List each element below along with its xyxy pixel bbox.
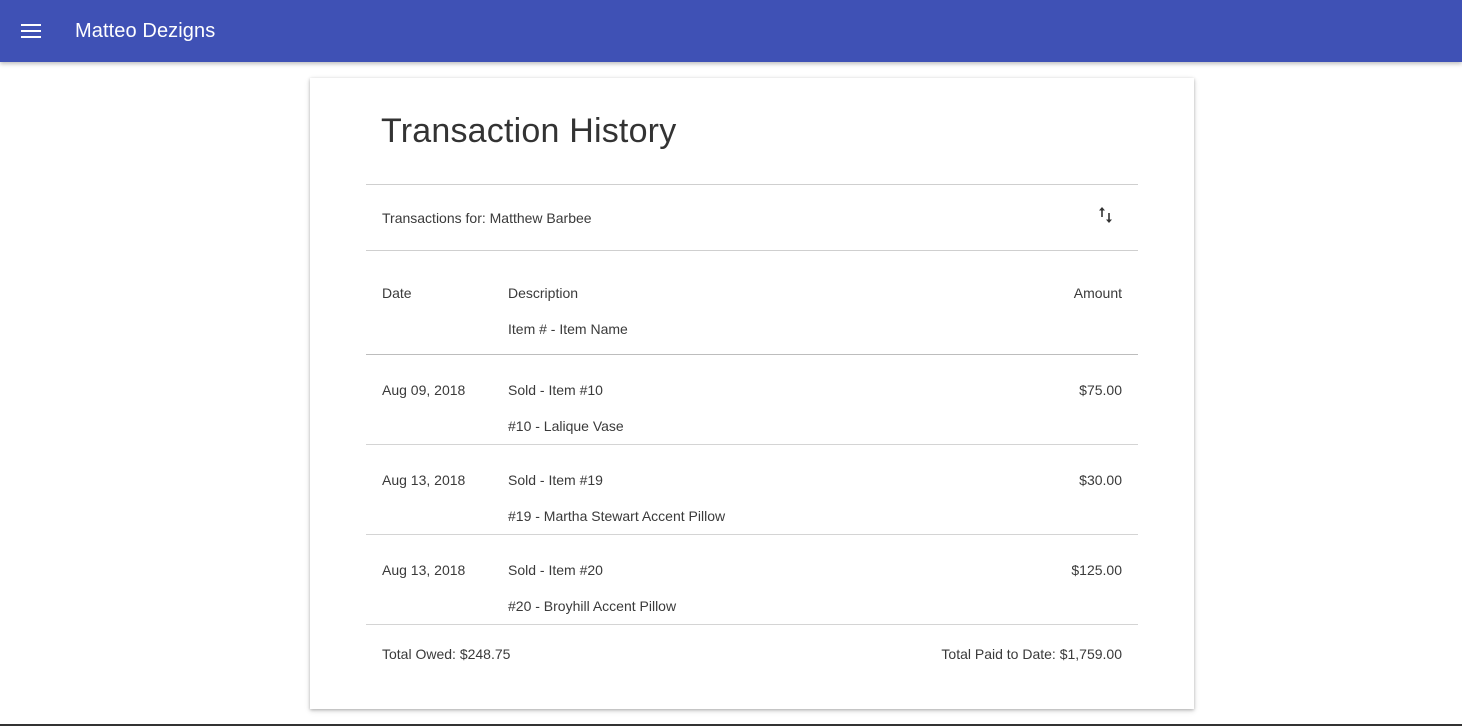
total-paid-to-date: Total Paid to Date: $1,759.00: [941, 646, 1122, 662]
row-amount: $125.00: [1071, 562, 1122, 578]
column-header-date[interactable]: Date: [382, 285, 412, 301]
sort-button[interactable]: [1094, 203, 1118, 227]
sort-arrows-icon: [1099, 207, 1112, 223]
column-header-description[interactable]: Description: [508, 285, 578, 301]
row-date: Aug 13, 2018: [382, 472, 466, 488]
table-row[interactable]: Aug 13, 2018 Sold - Item #19 #19 - Marth…: [366, 445, 1138, 535]
row-description: Sold - Item #19: [508, 472, 603, 488]
row-date: Aug 13, 2018: [382, 562, 466, 578]
row-description: Sold - Item #10: [508, 382, 603, 398]
table-header-row: Date Description Item # - Item Name Amou…: [366, 251, 1138, 355]
transaction-history-card: Transaction History Transactions for: Ma…: [310, 78, 1194, 709]
menu-button[interactable]: [0, 0, 62, 62]
app-bar: Matteo Dezigns: [0, 0, 1462, 62]
table-footer: Total Owed: $248.75 Total Paid to Date: …: [366, 625, 1138, 681]
transactions-table: Transactions for: Matthew Barbee Date De…: [366, 184, 1138, 681]
row-amount: $30.00: [1079, 472, 1122, 488]
row-item-name: #10 - Lalique Vase: [508, 418, 624, 434]
table-row[interactable]: Aug 13, 2018 Sold - Item #20 #20 - Broyh…: [366, 535, 1138, 625]
column-header-item[interactable]: Item # - Item Name: [508, 321, 628, 337]
row-item-name: #20 - Broyhill Accent Pillow: [508, 598, 677, 614]
column-header-amount[interactable]: Amount: [1074, 285, 1122, 301]
table-row[interactable]: Aug 09, 2018 Sold - Item #10 #10 - Laliq…: [366, 355, 1138, 445]
page-title: Transaction History: [381, 112, 677, 150]
total-owed: Total Owed: $248.75: [382, 646, 511, 662]
app-title[interactable]: Matteo Dezigns: [75, 20, 215, 43]
menu-icon: [21, 24, 41, 38]
table-toolbar: Transactions for: Matthew Barbee: [366, 184, 1138, 251]
row-description: Sold - Item #20: [508, 562, 603, 578]
transactions-for-label: Transactions for: Matthew Barbee: [382, 210, 592, 226]
row-date: Aug 09, 2018: [382, 382, 466, 398]
row-amount: $75.00: [1079, 382, 1122, 398]
row-item-name: #19 - Martha Stewart Accent Pillow: [508, 508, 726, 524]
